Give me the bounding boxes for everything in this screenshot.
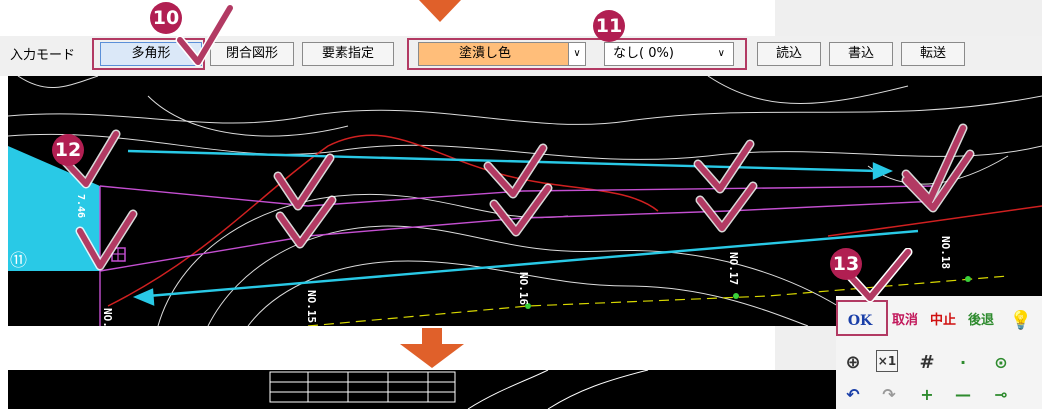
undo-icon[interactable]: ↶	[840, 382, 866, 408]
cad-result-drawing	[269, 369, 649, 410]
down-arrow-icon	[419, 0, 461, 22]
station-no15: NO.15	[305, 290, 318, 323]
cad-canvas-result	[8, 369, 838, 410]
step-badge-10: 10	[150, 2, 182, 34]
zoom-icon[interactable]: ⊕	[840, 350, 866, 376]
step-badge-13: 13	[830, 248, 862, 280]
grid-icon[interactable]: #	[914, 350, 940, 376]
transfer-button[interactable]: 転送	[901, 42, 965, 66]
dimension-label: 7.46	[75, 194, 86, 218]
input-mode-label: 入力モード	[10, 48, 76, 63]
station-no18: NO.18	[939, 236, 952, 269]
element-specify-button[interactable]: 要素指定	[302, 42, 394, 66]
station-no14: NO.14	[101, 308, 114, 326]
redo-icon[interactable]: ↷	[876, 382, 902, 408]
step-badge-11: 11	[593, 10, 625, 42]
toolbar: 入力モード 多角形 閉合図形 要素指定 塗潰し色 ∨ なし( 0%) ∨ 読込 …	[0, 36, 1042, 76]
step-badge-12: 12	[52, 134, 84, 166]
station-no16: NO.16	[517, 272, 530, 305]
line-point-icon[interactable]: —	[950, 382, 976, 408]
back-button[interactable]: 後退	[968, 308, 994, 334]
stop-button[interactable]: 中止	[930, 308, 956, 334]
step11-highlight	[407, 38, 747, 70]
point-icon[interactable]: ·	[950, 350, 976, 376]
down-arrow-icon	[400, 328, 464, 368]
station-no17: NO.17	[727, 252, 740, 285]
cancel-button[interactable]: 取消	[892, 308, 918, 334]
center-point-icon[interactable]: ⊙	[988, 350, 1014, 376]
cross-point-icon[interactable]: +	[914, 382, 940, 408]
write-button[interactable]: 書込	[829, 42, 893, 66]
scale-icon[interactable]: ×1	[876, 350, 898, 372]
read-button[interactable]: 読込	[757, 42, 821, 66]
end-point-icon[interactable]: ⊸	[988, 382, 1014, 408]
circle-label: ⑪	[10, 251, 27, 271]
hint-bulb-icon[interactable]: 💡	[1008, 308, 1034, 334]
tool-panel: OK 取消 中止 後退 💡 ⊕ ×1 # · ⊙ ↶ ↷ + — ⊸	[836, 296, 1042, 409]
